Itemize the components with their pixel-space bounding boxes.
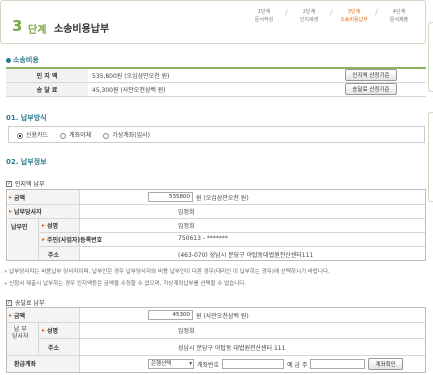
stamp-fee-basis-button[interactable]: 인지액 산정기준 [345, 69, 397, 82]
delivery-fee-label: 송 달 료 [6, 82, 88, 97]
amount-label: ▸ 금액 [9, 194, 26, 202]
arrow-icon: ▸ [9, 312, 13, 319]
payment-method-group: 신용카드 계좌이체 가상계좌(입사) [8, 126, 425, 143]
account-holder-label: 예 금 주 [287, 361, 308, 369]
stamp-amount-input[interactable]: 535800 [148, 192, 193, 202]
account-number-input[interactable] [222, 359, 285, 369]
delivery-amount-input[interactable]: 45300 [148, 310, 193, 320]
step-word: 단계 [28, 25, 47, 36]
verify-account-button[interactable]: 계좌확인 [368, 358, 403, 370]
payer-value: 임정희 [178, 209, 195, 216]
stamp-fee-value: 535,800원 (오십삼만오천 원) [88, 68, 316, 83]
step-indicator: 1단계 문서작성 / 2단계 인지세생 / 3단계 소송비용납부 / 4단계 문… [248, 8, 415, 24]
delivery-address-value: 성남시 분당구 야탑동 대법원전산센터 111 [178, 345, 286, 352]
arrow-icon: ▸ [9, 194, 13, 201]
radio-icon[interactable] [103, 132, 110, 139]
checkbox-icon[interactable]: ✓ [6, 299, 12, 306]
stamp-fee-label: 인 지 액 [6, 68, 88, 83]
delivery-name-label: ▸ 성명 [42, 327, 59, 335]
id-label: ▸ 주민(사업자)등록번호 [42, 236, 103, 244]
account-holder-input[interactable] [310, 359, 366, 369]
step-number: 3 [12, 17, 23, 35]
method-card-option[interactable]: 신용카드 [17, 130, 48, 139]
step-1: 1단계 문서작성 [254, 9, 274, 23]
stamp-payment-check[interactable]: ✓ 인지액 납부 [6, 179, 45, 188]
delivery-payer-label: 납 부 당사자 [12, 326, 29, 340]
side-tab [428, 112, 433, 202]
step-3: 3단계 소송비용납부 [340, 9, 368, 23]
costs-table: 인 지 액 535,800원 (오십삼만오천 원) 인지액 산정기준 송 달 료… [6, 67, 426, 97]
arrow-icon: ▸ [42, 327, 46, 334]
delivery-address-label: 주소 [48, 345, 60, 352]
id-value: 750613 - ******* [178, 235, 228, 242]
arrow-icon: ▸ [42, 222, 46, 229]
step-separator: / [285, 8, 288, 17]
address-value: (463-070) 성남시 분당구 야탑동대법원전산센터111 [178, 252, 314, 259]
costs-heading: 소송비용 [6, 55, 39, 65]
notice-payer: » 납부당사자는 비용납부 당사자이며, 납부인은 경우 납부당사자와 비용 납… [4, 269, 330, 275]
info-heading: 02. 납부정보 [6, 158, 47, 166]
table-row: 인 지 액 535,800원 (오십삼만오천 원) 인지액 산정기준 [6, 68, 426, 83]
delivery-name-value: 임정희 [178, 328, 195, 335]
method-transfer-option[interactable]: 계좌이체 [60, 130, 91, 139]
address-label: 주소 [48, 252, 60, 259]
bank-select[interactable]: 은행선택 ▾ [148, 359, 194, 369]
delivery-payment-check[interactable]: ✓ 송달료 납부 [6, 298, 45, 307]
method-virtual-option[interactable]: 가상계좌(입사) [103, 130, 150, 139]
step-header: 3 단계 소송비용납부 1단계 문서작성 / 2단계 인지세생 / 3단계 소송… [0, 0, 426, 44]
refund-account-label: 환급계좌 [14, 361, 37, 368]
payer-group-label: 납부인 [11, 224, 28, 231]
side-tab [428, 22, 433, 92]
table-row: 송 달 료 45,300원 (사만오천삼백 원) 송달료 산정기준 [6, 82, 426, 97]
stamp-amount-text: 원 (오십삼만오천 원) [196, 194, 249, 202]
arrow-icon: ▸ [42, 236, 46, 243]
page-title: 소송비용납부 [54, 24, 110, 35]
step-2: 2단계 인지세생 [299, 9, 319, 23]
delivery-amount-text: 원 (사만오천삼백 원) [196, 312, 249, 320]
arrow-icon: ▸ [9, 208, 13, 215]
method-heading: 01. 납부방식 [6, 114, 47, 122]
step-separator: / [330, 8, 333, 17]
bullet-icon [6, 57, 11, 63]
delivery-amount-label: ▸ 금액 [9, 312, 26, 320]
account-number-label: 계좌번호 [197, 361, 220, 369]
step-4: 4단계 문서제출 [389, 9, 409, 23]
radio-icon[interactable] [17, 132, 23, 139]
step-separator: / [375, 8, 378, 17]
checkbox-icon[interactable]: ✓ [6, 180, 12, 187]
radio-icon[interactable] [60, 132, 67, 139]
costs-heading-label: 소송비용 [13, 56, 39, 64]
delivery-fee-basis-button[interactable]: 송달료 산정기준 [345, 83, 397, 95]
delivery-fee-value: 45,300원 (사만오천삼백 원) [88, 82, 316, 97]
chevron-down-icon: ▾ [189, 361, 192, 367]
payer-label: ▸ 납부당사자 [9, 208, 42, 216]
notice-submission: » 신청서 제출시 납부하는 경우 인지액등은 금액을 수정할 수 없으며, 가… [4, 281, 247, 287]
name-label: ▸ 성명 [42, 222, 59, 230]
name-value: 임정희 [178, 223, 195, 230]
